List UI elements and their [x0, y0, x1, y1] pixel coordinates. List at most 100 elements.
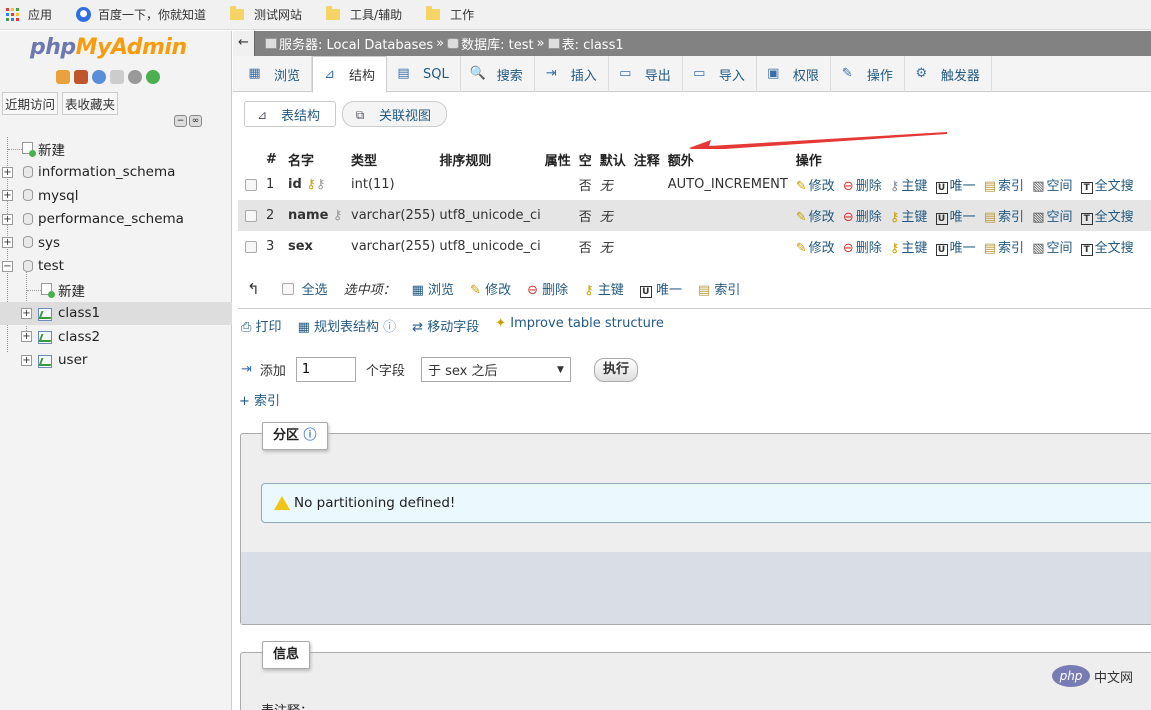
index-action[interactable]: ▤ 索引 [984, 210, 1024, 225]
column-header[interactable]: 注释 [631, 149, 666, 169]
tree-item-new-database[interactable]: 新建 [0, 137, 232, 161]
bookmark-test-sites[interactable]: 测试网站 [230, 6, 302, 23]
tab-sql[interactable]: ▤ SQL [387, 56, 461, 92]
back-arrow-icon[interactable]: ← [233, 31, 255, 56]
propose-structure-link[interactable]: ▦ 规划表结构 ⓘ [298, 316, 397, 335]
docs-icon[interactable] [110, 70, 124, 84]
fulltext-action[interactable]: T 全文搜 [1080, 179, 1134, 194]
tree-item-user[interactable]: + user [0, 349, 232, 373]
expand-icon[interactable]: + [21, 354, 32, 366]
column-header[interactable]: 默认 [597, 149, 632, 169]
tab-export[interactable]: ▭ 导出 [609, 56, 683, 92]
bulk-change[interactable]: ✎ 修改 [470, 279, 511, 298]
spatial-action[interactable]: ▧ 空间 [1032, 210, 1072, 225]
unique-action[interactable]: U 唯一 [935, 210, 976, 225]
tree-item-class1[interactable]: + class1 [0, 301, 232, 325]
favorites-tab[interactable]: 表收藏夹 [62, 92, 119, 115]
tree-item-sys[interactable]: + sys [0, 231, 232, 255]
column-header[interactable]: 空 [576, 149, 598, 169]
bookmark-tools[interactable]: 工具/辅助 [326, 6, 402, 23]
tab-import[interactable]: ▭ 导入 [683, 56, 757, 92]
column-header[interactable]: 排序规则 [437, 149, 543, 169]
link-icon[interactable]: ∞ [189, 115, 202, 127]
select-all-checkbox[interactable] [281, 282, 294, 295]
index-action[interactable]: ▤ 索引 [984, 179, 1024, 194]
tree-item-new-table[interactable]: 新建 [0, 278, 232, 302]
tab-browse[interactable]: ▦ 浏览 [238, 56, 313, 92]
recent-tab[interactable]: 近期访问 [2, 92, 59, 115]
help-icon[interactable]: ⓘ [304, 428, 317, 443]
drop-action[interactable]: ⊖ 删除 [843, 241, 882, 256]
column-header[interactable]: # [264, 149, 286, 169]
move-columns-link[interactable]: ⇄ 移动字段 [412, 316, 479, 335]
primary-action[interactable]: ⚷ 主键 [890, 210, 928, 225]
tree-item-mysql[interactable]: + mysql [0, 184, 232, 208]
bulk-primary[interactable]: ⚷ 主键 [584, 279, 624, 298]
tree-item-class2[interactable]: + class2 [0, 325, 232, 349]
tree-item-performance-schema[interactable]: + performance_schema [0, 208, 232, 232]
add-index-link[interactable]: + 索引 [239, 390, 280, 409]
relation-view-button[interactable]: ⧉ 关联视图 [342, 101, 447, 127]
bookmark-apps[interactable]: 应用 [6, 6, 52, 23]
breadcrumb-table[interactable]: 表: class1 [562, 34, 624, 53]
bulk-index[interactable]: ▤ 索引 [698, 279, 740, 298]
improve-structure-link[interactable]: ✦ Improve table structure [495, 316, 664, 335]
home-icon[interactable] [56, 70, 70, 84]
bookmark-work[interactable]: 工作 [426, 6, 474, 23]
breadcrumb-database[interactable]: 数据库: test [461, 34, 533, 53]
reload-icon[interactable] [146, 70, 160, 84]
primary-action[interactable]: ⚷ 主键 [890, 179, 928, 194]
column-header[interactable]: 属性 [542, 149, 577, 169]
tree-item-test[interactable]: − test [0, 255, 232, 279]
tab-triggers[interactable]: ⚙ 触发器 [905, 56, 992, 92]
bulk-unique[interactable]: U 唯一 [639, 279, 682, 298]
phpmyadmin-logo[interactable]: phpMyAdmin [30, 35, 187, 60]
add-field-count-input[interactable] [295, 357, 356, 382]
expand-icon[interactable]: + [21, 307, 32, 319]
change-action[interactable]: ✎ 修改 [796, 241, 835, 256]
fulltext-action[interactable]: T 全文搜 [1080, 241, 1134, 256]
tab-search[interactable]: 🔍 搜索 [461, 56, 535, 92]
drop-action[interactable]: ⊖ 删除 [843, 179, 882, 194]
column-header[interactable]: 额外 [665, 149, 794, 169]
fulltext-action[interactable]: T 全文搜 [1080, 210, 1134, 225]
field-position-select[interactable]: 于 sex 之后 ▼ [420, 357, 571, 382]
spatial-action[interactable]: ▧ 空间 [1032, 241, 1072, 256]
bulk-browse[interactable]: ▦ 浏览 [412, 279, 454, 298]
tab-structure[interactable]: ⊿ 结构 [312, 56, 388, 93]
primary-action[interactable]: ⚷ 主键 [890, 241, 928, 256]
unique-action[interactable]: U 唯一 [935, 241, 976, 256]
drop-action[interactable]: ⊖ 删除 [843, 210, 882, 225]
row-checkbox[interactable] [245, 240, 257, 253]
logout-icon[interactable] [74, 70, 88, 84]
row-checkbox[interactable] [245, 178, 257, 191]
execute-button[interactable]: 执行 [593, 357, 638, 382]
tree-item-information-schema[interactable]: + information_schema [0, 161, 232, 185]
bookmark-baidu[interactable]: ● 百度一下，你就知道 [76, 6, 206, 23]
table-structure-button[interactable]: ⊿ 表结构 [244, 101, 336, 127]
expand-icon[interactable]: + [2, 166, 13, 178]
help-icon[interactable]: ⓘ [383, 320, 396, 335]
bulk-drop[interactable]: ⊖ 删除 [527, 279, 568, 298]
row-checkbox[interactable] [245, 209, 257, 222]
column-header[interactable]: 名字 [286, 149, 349, 169]
breadcrumb-server[interactable]: 服务器: Local Databases [279, 34, 433, 53]
unique-action[interactable]: U 唯一 [935, 179, 976, 194]
column-header[interactable]: 类型 [349, 149, 438, 169]
expand-icon[interactable]: + [2, 237, 13, 248]
change-action[interactable]: ✎ 修改 [796, 210, 835, 225]
change-action[interactable]: ✎ 修改 [796, 179, 835, 194]
expand-icon[interactable]: + [21, 331, 32, 342]
expand-icon[interactable]: + [2, 190, 13, 201]
collapse-icon[interactable]: − [2, 260, 13, 272]
select-all-label[interactable]: 全选 [302, 279, 328, 298]
index-action[interactable]: ▤ 索引 [984, 241, 1024, 256]
spatial-action[interactable]: ▧ 空间 [1032, 179, 1072, 194]
help-icon[interactable] [92, 70, 106, 84]
tab-insert[interactable]: ⇥ 插入 [535, 56, 609, 92]
collapse-all-icon[interactable]: − [174, 115, 187, 127]
expand-icon[interactable]: + [2, 213, 13, 225]
tab-operations[interactable]: ✎ 操作 [831, 56, 905, 92]
gear-icon[interactable] [128, 70, 142, 84]
tab-privileges[interactable]: ▣ 权限 [757, 56, 831, 92]
